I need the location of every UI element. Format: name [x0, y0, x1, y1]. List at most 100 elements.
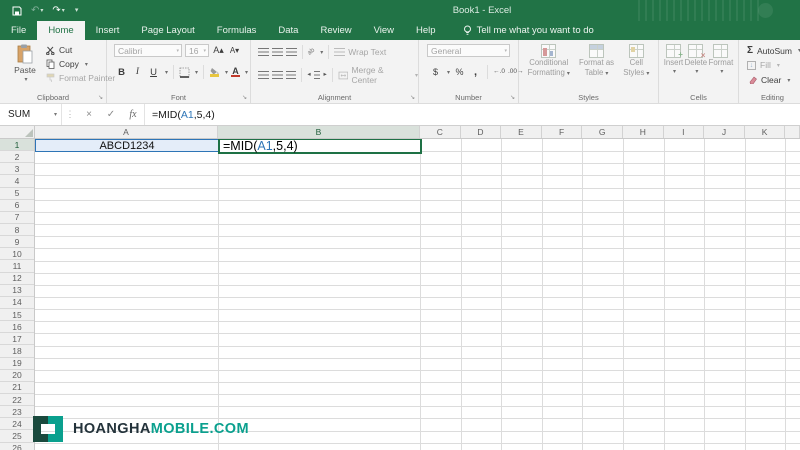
number-format-dropdown-icon[interactable]: ▾: [504, 48, 507, 54]
font-color-button[interactable]: A: [231, 67, 240, 78]
redo-dropdown-icon[interactable]: ▾: [62, 8, 65, 14]
row-header-6[interactable]: 6: [0, 200, 34, 212]
number-dialog-launcher-icon[interactable]: ↘: [510, 95, 515, 101]
row-header-26[interactable]: 26: [0, 443, 34, 450]
format-as-table-button[interactable]: Format as Table▾: [579, 44, 614, 78]
decrease-indent-icon[interactable]: ◂: [307, 72, 310, 79]
row-header-24[interactable]: 24: [0, 418, 34, 430]
font-dialog-launcher-icon[interactable]: ↘: [242, 95, 247, 101]
cell-styles-button[interactable]: Cell Styles▾: [623, 44, 649, 78]
autosum-button[interactable]: Σ AutoSum ▾: [747, 45, 800, 56]
copy-button[interactable]: Copy ▾: [46, 59, 88, 69]
row-header-20[interactable]: 20: [0, 370, 34, 382]
name-box[interactable]: SUM ▾: [0, 104, 62, 125]
column-header-partial[interactable]: [785, 126, 800, 138]
clear-button[interactable]: Clear ▾: [747, 75, 790, 85]
row-header-11[interactable]: 11: [0, 260, 34, 272]
formula-input[interactable]: =MID(A1,5,4): [144, 104, 800, 125]
cell-a1[interactable]: ABCD1234: [35, 139, 219, 152]
row-header-13[interactable]: 13: [0, 285, 34, 297]
align-center-icon[interactable]: [272, 71, 283, 79]
tab-insert[interactable]: Insert: [85, 21, 131, 40]
row-header-3[interactable]: 3: [0, 163, 34, 175]
bottom-align-icon[interactable]: [286, 48, 297, 56]
percent-style-button[interactable]: %: [453, 66, 466, 79]
row-header-23[interactable]: 23: [0, 406, 34, 418]
top-align-icon[interactable]: [258, 48, 269, 56]
orientation-dropdown-icon[interactable]: ▾: [320, 49, 323, 56]
clear-dropdown-icon[interactable]: ▾: [787, 77, 790, 84]
row-header-16[interactable]: 16: [0, 321, 34, 333]
fill-button[interactable]: ↓ Fill ▾: [747, 60, 780, 70]
fill-dropdown-icon[interactable]: ▾: [777, 62, 780, 69]
formula-bar-resize-handle[interactable]: ⋮: [62, 104, 78, 125]
row-header-1[interactable]: 1: [0, 139, 34, 151]
row-header-15[interactable]: 15: [0, 309, 34, 321]
clipboard-dialog-launcher-icon[interactable]: ↘: [98, 95, 103, 101]
row-header-19[interactable]: 19: [0, 358, 34, 370]
row-header-22[interactable]: 22: [0, 394, 34, 406]
row-header-17[interactable]: 17: [0, 333, 34, 345]
column-header-e[interactable]: E: [501, 126, 542, 138]
comma-style-button[interactable]: ,: [469, 66, 482, 79]
column-header-b[interactable]: B: [218, 126, 420, 138]
accounting-format-button[interactable]: $: [429, 66, 442, 79]
format-cells-button[interactable]: Format ▾: [709, 44, 734, 76]
tab-help[interactable]: Help: [405, 21, 447, 40]
column-header-c[interactable]: C: [420, 126, 461, 138]
redo-icon[interactable]: ↷▾: [52, 6, 64, 16]
undo-dropdown-icon[interactable]: ▾: [40, 8, 43, 14]
borders-dropdown-icon[interactable]: ▾: [195, 69, 198, 76]
middle-align-icon[interactable]: [272, 48, 283, 56]
tab-page-layout[interactable]: Page Layout: [130, 21, 205, 40]
row-header-25[interactable]: 25: [0, 430, 34, 442]
name-box-dropdown-icon[interactable]: ▾: [54, 111, 57, 118]
column-header-i[interactable]: I: [664, 126, 705, 138]
bold-button[interactable]: B: [115, 66, 128, 79]
insert-cells-button[interactable]: + Insert ▾: [664, 44, 684, 76]
italic-button[interactable]: I: [131, 66, 144, 79]
borders-button[interactable]: [179, 67, 190, 78]
cut-button[interactable]: Cut: [46, 45, 72, 55]
cancel-button[interactable]: ×: [78, 104, 100, 125]
enter-button[interactable]: ✓: [100, 104, 122, 125]
increase-indent-icon[interactable]: ▸: [323, 72, 326, 79]
row-header-21[interactable]: 21: [0, 382, 34, 394]
tab-data[interactable]: Data: [267, 21, 309, 40]
delete-dropdown-icon[interactable]: ▾: [695, 69, 698, 76]
insert-dropdown-icon[interactable]: ▾: [673, 69, 676, 76]
tab-view[interactable]: View: [363, 21, 405, 40]
cell-b1-editing[interactable]: =MID(A1,5,4): [218, 139, 422, 154]
row-header-2[interactable]: 2: [0, 151, 34, 163]
row-header-10[interactable]: 10: [0, 248, 34, 260]
row-header-7[interactable]: 7: [0, 212, 34, 224]
tab-review[interactable]: Review: [309, 21, 362, 40]
number-format-combo[interactable]: General ▾: [427, 44, 510, 57]
alignment-dialog-launcher-icon[interactable]: ↘: [410, 95, 415, 101]
paste-dropdown-icon[interactable]: ▾: [24, 76, 27, 83]
select-all-button[interactable]: [0, 126, 35, 139]
row-header-14[interactable]: 14: [0, 297, 34, 309]
column-header-k[interactable]: K: [745, 126, 786, 138]
accounting-dropdown-icon[interactable]: ▾: [447, 69, 450, 76]
row-header-9[interactable]: 9: [0, 236, 34, 248]
orientation-icon[interactable]: ab: [307, 47, 317, 57]
underline-button[interactable]: U: [147, 66, 160, 79]
merge-center-dropdown-icon[interactable]: ▾: [415, 72, 418, 79]
format-dropdown-icon[interactable]: ▾: [720, 69, 723, 76]
font-name-dropdown-icon[interactable]: ▾: [176, 48, 179, 54]
customize-qat-icon[interactable]: ▾: [74, 7, 79, 14]
font-size-dropdown-icon[interactable]: ▾: [203, 48, 206, 54]
format-painter-button[interactable]: Format Painter: [46, 73, 115, 83]
row-header-8[interactable]: 8: [0, 224, 34, 236]
increase-decimal-button[interactable]: ←.0: [493, 69, 505, 76]
tab-file[interactable]: File: [0, 21, 37, 40]
underline-dropdown-icon[interactable]: ▾: [165, 69, 168, 76]
column-header-a[interactable]: A: [35, 126, 218, 138]
column-header-f[interactable]: F: [542, 126, 583, 138]
grow-font-button[interactable]: A▴: [212, 44, 225, 57]
undo-icon[interactable]: ↶▾: [31, 6, 43, 16]
column-header-d[interactable]: D: [461, 126, 502, 138]
row-header-18[interactable]: 18: [0, 345, 34, 357]
align-left-icon[interactable]: [258, 71, 269, 79]
